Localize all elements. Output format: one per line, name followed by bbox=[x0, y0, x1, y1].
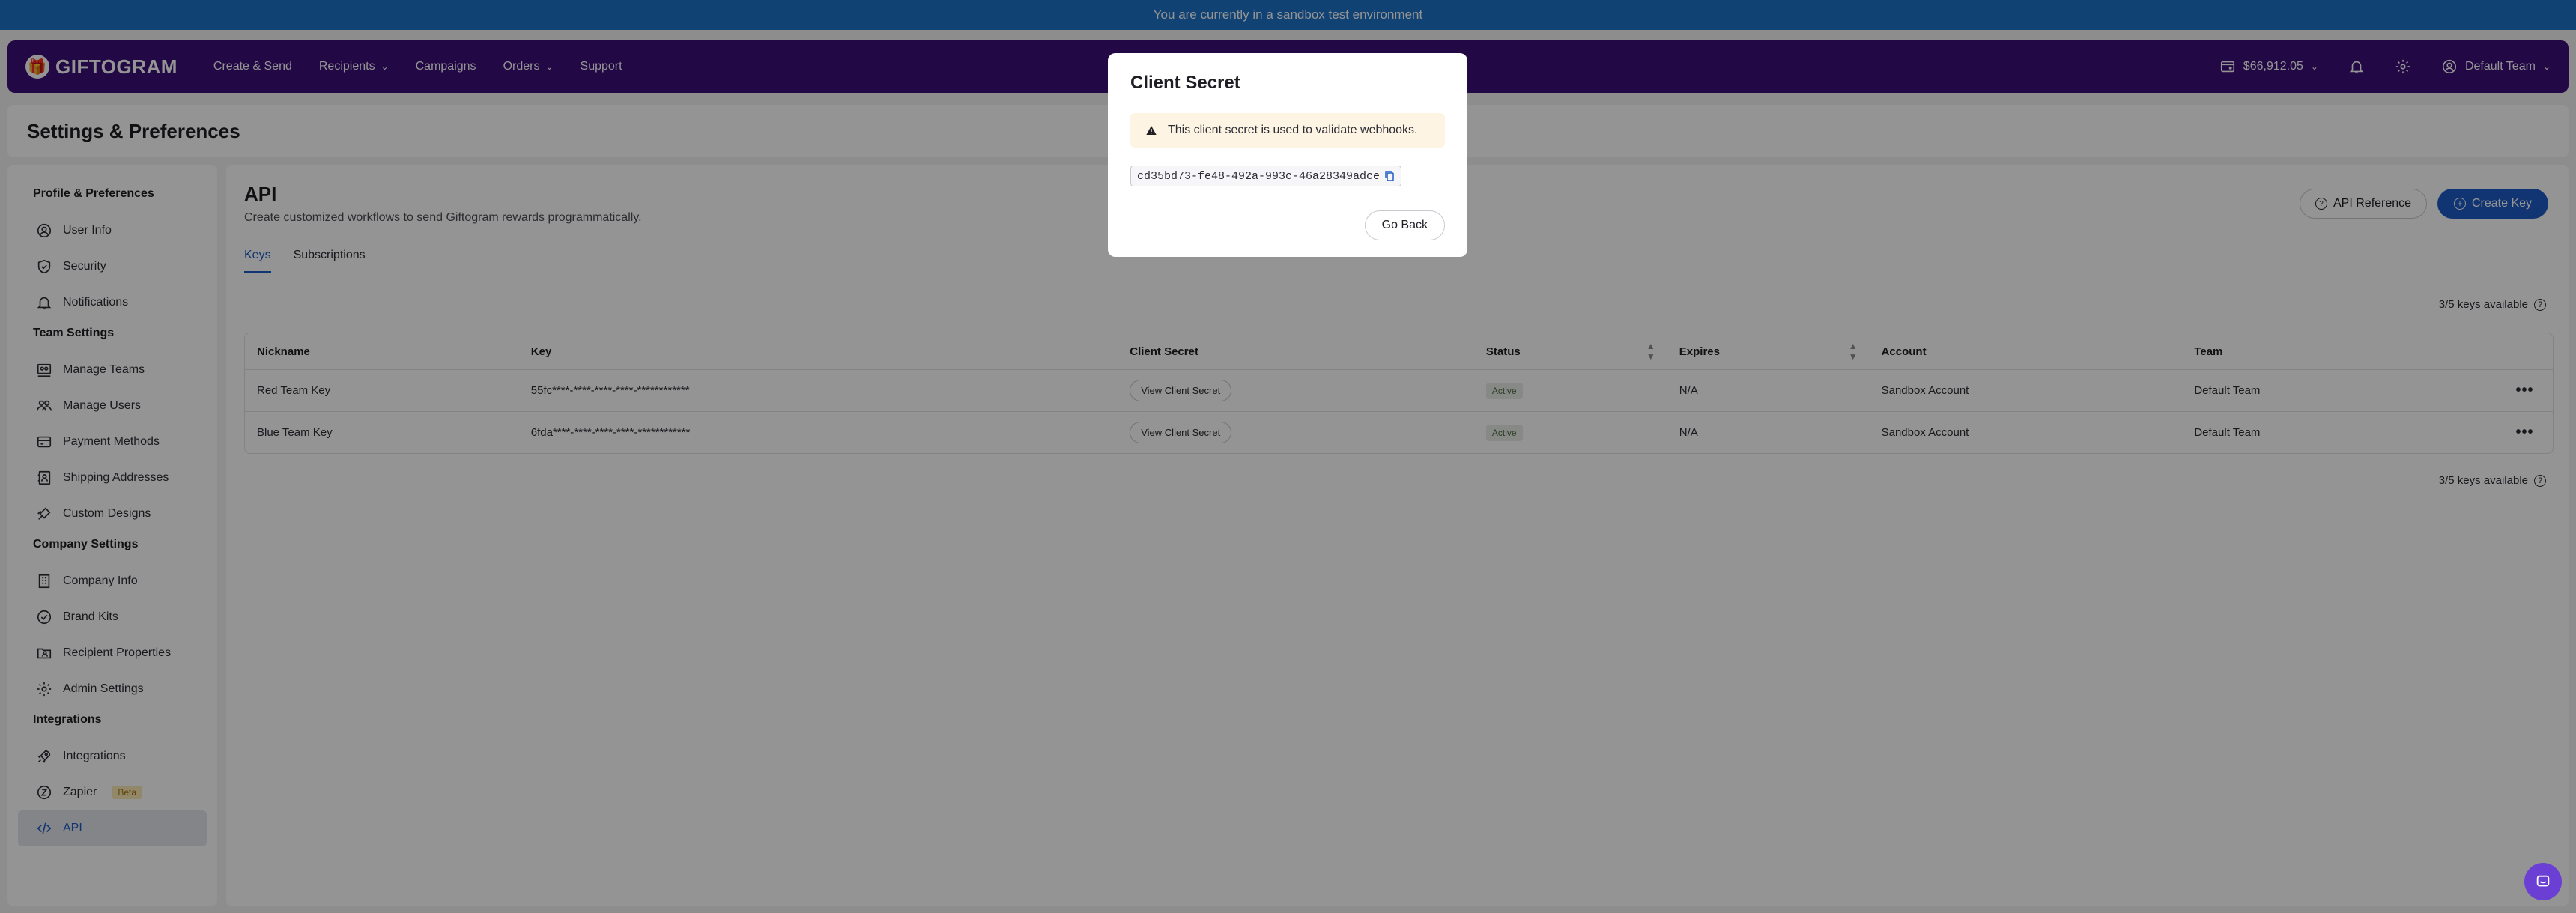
warning-triangle-icon bbox=[1146, 126, 1157, 135]
client-secret-value[interactable]: cd35bd73-fe48-492a-993c-46a28349adce bbox=[1130, 166, 1402, 186]
go-back-button[interactable]: Go Back bbox=[1364, 210, 1445, 240]
modal-title: Client Secret bbox=[1130, 73, 1240, 93]
copy-icon[interactable] bbox=[1384, 170, 1395, 182]
warning-text: This client secret is used to validate w… bbox=[1168, 124, 1418, 136]
chat-launcher-button[interactable] bbox=[2524, 863, 2562, 900]
chat-icon bbox=[2536, 875, 2550, 887]
warning-alert: This client secret is used to validate w… bbox=[1130, 113, 1445, 148]
client-secret-modal: Client Secret This client secret is used… bbox=[1108, 53, 1467, 257]
client-secret-text: cd35bd73-fe48-492a-993c-46a28349adce bbox=[1137, 169, 1381, 183]
